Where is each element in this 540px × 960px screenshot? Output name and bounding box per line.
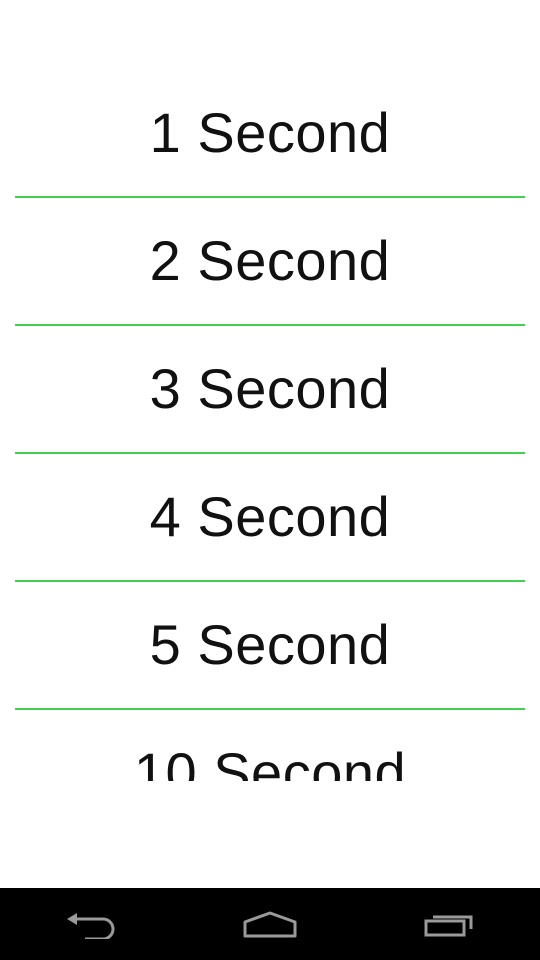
list-item-2-second[interactable]: 2 Second <box>0 197 540 326</box>
list-item-5-second[interactable]: 5 Second <box>0 581 540 710</box>
list-item-label: 10 Second <box>133 741 407 782</box>
list-item-1-second[interactable]: 1 Second <box>0 69 540 198</box>
home-button[interactable] <box>225 888 315 960</box>
list-item-label: 5 Second <box>149 613 391 676</box>
system-navigation-bar <box>0 888 540 960</box>
list-item-4-second[interactable]: 4 Second <box>0 453 540 582</box>
screen: 1 Second 2 Second 3 Second 4 Second 5 Se… <box>0 0 540 960</box>
list-item-label: 2 Second <box>149 229 391 292</box>
list-item-3-second[interactable]: 3 Second <box>0 325 540 454</box>
recent-apps-button[interactable] <box>405 888 495 960</box>
back-button[interactable] <box>45 888 135 960</box>
home-icon <box>241 910 299 938</box>
list-item-label: 3 Second <box>149 357 391 420</box>
recent-apps-icon <box>423 909 477 939</box>
list-item-label: 4 Second <box>149 485 391 548</box>
interval-list: 1 Second 2 Second 3 Second 4 Second 5 Se… <box>0 69 540 781</box>
list-item-10-second[interactable]: 10 Second <box>0 709 540 782</box>
list-item-label: 1 Second <box>149 101 391 164</box>
back-icon <box>63 909 117 939</box>
